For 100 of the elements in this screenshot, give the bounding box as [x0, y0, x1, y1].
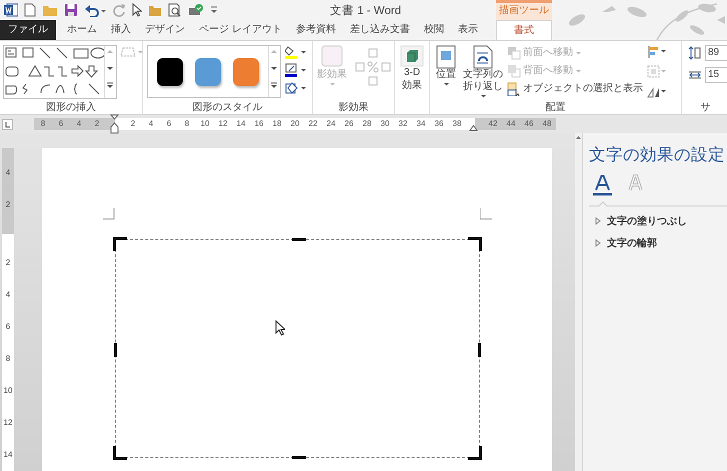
resize-handle[interactable] — [292, 238, 306, 241]
shape-fill-icon[interactable] — [285, 45, 307, 59]
ribbon-tab[interactable]: 差し込み文書 — [342, 20, 417, 40]
mouse-pointer-icon — [275, 320, 285, 336]
ruler-number: 36 — [430, 118, 448, 130]
ruler-number: 2 — [88, 118, 106, 130]
expand-triangle-icon — [595, 217, 601, 226]
ruler-number: 22 — [304, 118, 322, 130]
wrap-text-button[interactable]: 文字列の 折り返し — [461, 45, 505, 99]
3d-effects-button[interactable]: 3-D 効果 — [398, 45, 426, 92]
shape-outline-icon[interactable] — [285, 63, 307, 77]
ruler-number: 2 — [2, 188, 14, 221]
text-fill-tab[interactable] — [593, 174, 612, 196]
ruler-number: 12 — [214, 118, 232, 130]
section-header[interactable]: 文字の塗りつぶし — [589, 214, 727, 229]
resize-handle[interactable] — [114, 343, 117, 357]
width-field[interactable]: 15 — [705, 67, 727, 83]
save-icon[interactable] — [64, 3, 78, 17]
word-logo-icon[interactable] — [4, 3, 18, 17]
pointer-icon[interactable] — [132, 3, 142, 17]
ruler-number: 46 — [520, 118, 538, 130]
ruler-number: 8 — [178, 118, 196, 130]
resize-handle[interactable] — [113, 446, 127, 460]
ribbon-tab[interactable]: ページ レイアウト — [192, 20, 289, 40]
caret-icon — [575, 50, 582, 56]
align-icon[interactable] — [647, 45, 667, 59]
ruler-number: 4 — [2, 279, 14, 311]
ruler-number: 10 — [2, 375, 14, 407]
ribbon-tab[interactable]: 校閲 — [416, 20, 451, 40]
scrollbar[interactable] — [575, 133, 582, 471]
ruler-number: 42 — [484, 118, 502, 130]
resize-handle[interactable] — [468, 237, 482, 251]
resize-handle[interactable] — [478, 343, 481, 357]
ribbon-tab[interactable]: 参考資料 — [288, 20, 343, 40]
text-fill-icon — [593, 174, 612, 196]
style-swatch[interactable] — [157, 58, 183, 86]
expand-triangle-icon — [595, 239, 601, 248]
group-label: 図形の挿入 — [45, 100, 97, 114]
ruler-number: 2 — [2, 247, 14, 279]
group-label: 影効果 — [338, 100, 370, 114]
ruler-number: 6 — [160, 118, 178, 130]
ribbon-tab[interactable]: 挿入 — [104, 20, 138, 40]
section-header[interactable]: 文字の輪郭 — [589, 236, 727, 251]
contextual-tab-label: 描画ツール — [496, 0, 552, 20]
ruler-number: 4 — [2, 156, 14, 189]
caret-icon — [328, 81, 336, 87]
shape-height-icon — [688, 46, 702, 60]
style-swatch[interactable] — [195, 58, 221, 86]
ruler-number: 8 — [2, 343, 14, 375]
ribbon-tab[interactable]: 表示 — [450, 20, 485, 40]
ruler-number: 26 — [340, 118, 358, 130]
ruler-number: 20 — [286, 118, 304, 130]
caret-icon — [442, 81, 450, 87]
ruler-number: 30 — [376, 118, 394, 130]
ribbon-tab[interactable]: ホーム — [60, 20, 104, 40]
ruler-margin — [2, 148, 14, 157]
caret-icon — [480, 93, 486, 99]
resize-handle[interactable] — [113, 237, 127, 251]
height-field[interactable]: 89 — [705, 45, 727, 61]
selection-pane-button[interactable]: オブジェクトの選択と表示 — [507, 81, 643, 97]
send-backward-icon — [507, 64, 521, 78]
ruler-number: 2 — [124, 118, 142, 130]
checkmark-tool-icon[interactable] — [188, 3, 204, 17]
ruler-number: 10 — [196, 118, 214, 130]
crop-mark — [103, 208, 115, 220]
position-icon — [435, 45, 457, 69]
style-swatch[interactable] — [233, 58, 259, 86]
indent-marker-icon[interactable] — [469, 125, 478, 131]
ribbon-tab[interactable]: 書式 — [496, 20, 552, 40]
ruler-number: 44 — [502, 118, 520, 130]
rotate-icon[interactable] — [647, 85, 667, 99]
customize-menu-icon[interactable] — [210, 5, 218, 15]
ruler-number: 18 — [268, 118, 286, 130]
ruler-number: 28 — [358, 118, 376, 130]
indent-marker-icon[interactable] — [110, 114, 119, 134]
group-label: 図形のスタイル — [192, 101, 264, 114]
position-button[interactable]: 位置 — [433, 45, 459, 87]
pane-title: 文字の効果の設定 — [589, 145, 726, 166]
ruler-number: 16 — [250, 118, 268, 130]
group-label: サ — [700, 101, 712, 114]
shape-effects-icon[interactable] — [285, 81, 307, 95]
wrap-text-icon — [472, 45, 494, 69]
tab-selector-icon[interactable] — [2, 118, 13, 130]
new-document-icon[interactable] — [24, 3, 36, 17]
ruler-number: 4 — [70, 118, 88, 130]
selection-pane-icon — [507, 82, 521, 96]
ribbon-tab[interactable]: デザイン — [138, 20, 192, 40]
cube-icon — [400, 45, 424, 67]
file-tab[interactable]: ファイル — [0, 20, 56, 40]
ruler-number: 48 — [538, 118, 556, 130]
ruler-number: 6 — [2, 311, 14, 343]
resize-handle[interactable] — [468, 446, 482, 460]
print-preview-icon[interactable] — [168, 3, 182, 17]
ruler-number: 24 — [322, 118, 340, 130]
shadow-square-icon — [321, 45, 343, 69]
ruler-number: 6 — [52, 118, 70, 130]
ruler-number: 14 — [232, 118, 250, 130]
resize-handle[interactable] — [292, 456, 306, 459]
group-label: 配置 — [544, 100, 566, 114]
undo-icon[interactable] — [84, 3, 106, 17]
